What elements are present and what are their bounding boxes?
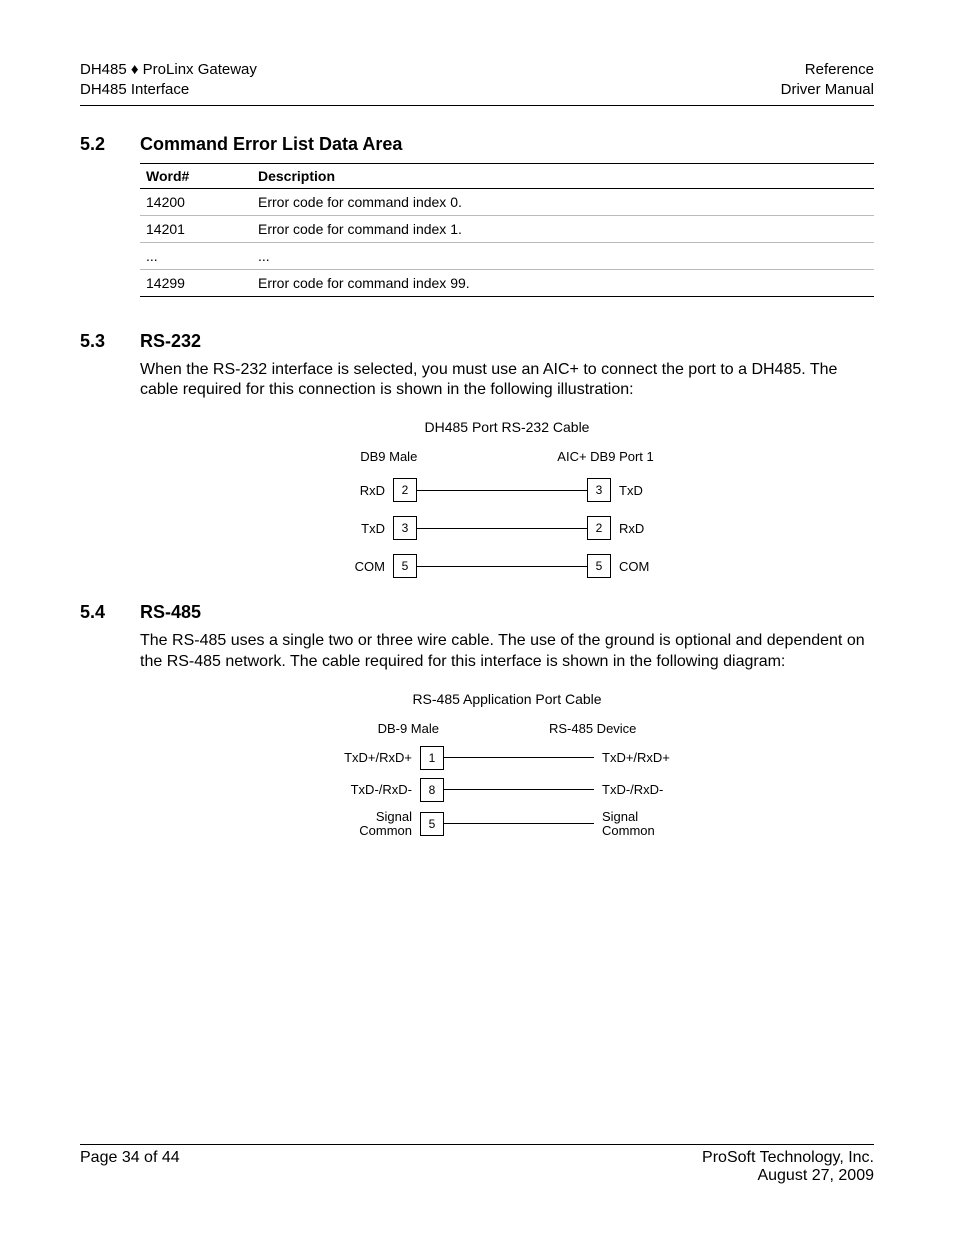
rs485-llabel-2: Signal Common [332,810,420,839]
section-5-3-heading: 5.3 RS-232 [80,331,874,352]
rs485-llabel-0: TxD+/RxD+ [332,750,420,765]
wire-icon [444,789,594,790]
command-error-table: Word# Description 14200 Error code for c… [140,163,874,297]
wire-icon [417,490,587,491]
footer-company: ProSoft Technology, Inc. [702,1149,874,1167]
wire-icon [417,528,587,529]
rs232-right-header: AIC+ DB9 Port 1 [557,449,653,464]
rs232-rpin-0: 3 [587,478,611,502]
section-5-2-number: 5.2 [80,134,140,155]
rs232-llabel-0: RxD [315,483,393,498]
section-5-3-title: RS-232 [140,331,201,352]
rs485-wire-row-2: Signal Common 5 Signal Common [140,810,874,839]
rs232-rlabel-0: TxD [611,483,699,498]
th-desc: Description [252,163,874,188]
rs232-diagram-title: DH485 Port RS-232 Cable [140,419,874,435]
header-right-line1: Reference [781,60,874,80]
rs232-lpin-1: 3 [393,516,417,540]
rs485-lpin-2: 5 [420,812,444,836]
rs232-rpin-2: 5 [587,554,611,578]
rs485-left-header: DB-9 Male [378,721,439,736]
rs232-wire-row-1: TxD 3 2 RxD [140,516,874,540]
cell-word: 14201 [140,215,252,242]
section-5-3-number: 5.3 [80,331,140,352]
header-left-line1: DH485 ♦ ProLinx Gateway [80,60,257,80]
rs232-rlabel-1: RxD [611,521,699,536]
rs232-rpin-1: 2 [587,516,611,540]
section-5-2-heading: 5.2 Command Error List Data Area [80,134,874,155]
th-word: Word# [140,163,252,188]
rs232-wire-row-2: COM 5 5 COM [140,554,874,578]
rs485-wire-row-1: TxD-/RxD- 8 TxD-/RxD- [140,778,874,802]
rs232-rlabel-2: COM [611,559,699,574]
rs485-rlabel-0: TxD+/RxD+ [594,750,682,765]
section-5-4-number: 5.4 [80,602,140,623]
cell-word: ... [140,242,252,269]
rs485-lpin-1: 8 [420,778,444,802]
rs485-right-header: RS-485 Device [549,721,636,736]
page-footer: Page 34 of 44 ProSoft Technology, Inc. A… [80,1144,874,1185]
rs485-wire-row-0: TxD+/RxD+ 1 TxD+/RxD+ [140,746,874,770]
section-5-4-title: RS-485 [140,602,201,623]
rs232-cable-diagram: DH485 Port RS-232 Cable DB9 Male AIC+ DB… [140,419,874,578]
rs232-llabel-2: COM [315,559,393,574]
header-right-line2: Driver Manual [781,80,874,100]
rs485-lpin-0: 1 [420,746,444,770]
rs232-left-header: DB9 Male [360,449,417,464]
cell-desc: Error code for command index 0. [252,188,874,215]
rs485-rlabel-1: TxD-/RxD- [594,782,682,797]
table-row: 14200 Error code for command index 0. [140,188,874,215]
table-row: 14299 Error code for command index 99. [140,269,874,296]
page-header: DH485 ♦ ProLinx Gateway DH485 Interface … [80,60,874,106]
rs485-cable-diagram: RS-485 Application Port Cable DB-9 Male … [140,691,874,839]
footer-page-number: Page 34 of 44 [80,1149,180,1185]
wire-icon [444,823,594,824]
rs232-lpin-0: 2 [393,478,417,502]
cell-desc: ... [252,242,874,269]
cell-word: 14299 [140,269,252,296]
wire-icon [417,566,587,567]
section-5-4-heading: 5.4 RS-485 [80,602,874,623]
rs232-llabel-1: TxD [315,521,393,536]
cell-word: 14200 [140,188,252,215]
section-5-3-paragraph: When the RS-232 interface is selected, y… [140,360,874,402]
rs232-lpin-2: 5 [393,554,417,578]
table-row: 14201 Error code for command index 1. [140,215,874,242]
page-container: DH485 ♦ ProLinx Gateway DH485 Interface … [0,0,954,1235]
cell-desc: Error code for command index 99. [252,269,874,296]
rs485-rlabel-2: Signal Common [594,810,682,839]
section-5-4-paragraph: The RS-485 uses a single two or three wi… [140,631,874,673]
section-5-2-title: Command Error List Data Area [140,134,402,155]
footer-date: August 27, 2009 [702,1167,874,1185]
table-row: ... ... [140,242,874,269]
wire-icon [444,757,594,758]
rs485-llabel-1: TxD-/RxD- [332,782,420,797]
table-header-row: Word# Description [140,163,874,188]
rs485-diagram-title: RS-485 Application Port Cable [140,691,874,707]
rs232-wire-row-0: RxD 2 3 TxD [140,478,874,502]
header-left-line2: DH485 Interface [80,80,257,100]
cell-desc: Error code for command index 1. [252,215,874,242]
